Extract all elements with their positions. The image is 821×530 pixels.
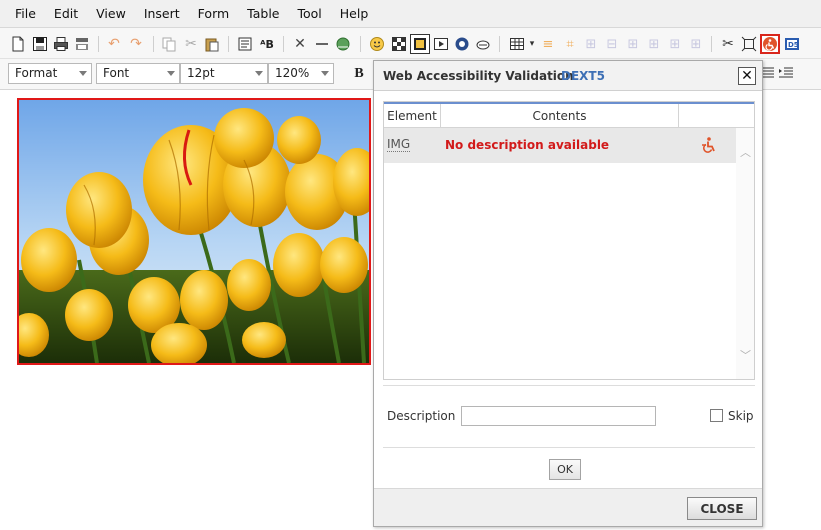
dext5-icon[interactable]: D5 bbox=[782, 34, 802, 54]
table-props-icon[interactable]: ≡ bbox=[538, 34, 558, 54]
accessibility-dialog: Web Accessibility Validation DEXT5 ✕ Ele… bbox=[373, 60, 763, 527]
paste-icon[interactable] bbox=[202, 34, 222, 54]
chevron-down-icon bbox=[167, 71, 175, 76]
divider bbox=[383, 385, 755, 386]
flash-icon[interactable] bbox=[452, 34, 472, 54]
font-select-value: Font bbox=[103, 66, 130, 80]
row-element: IMG bbox=[387, 137, 411, 152]
dialog-footer: CLOSE bbox=[374, 488, 762, 526]
grid-header: Element Contents bbox=[384, 102, 754, 128]
cell-props-icon[interactable]: ⌗ bbox=[560, 34, 580, 54]
font-size-value: 12pt bbox=[187, 66, 215, 80]
zoom-value: 120% bbox=[275, 66, 310, 80]
accessibility-icon[interactable] bbox=[760, 34, 780, 54]
row-contents: No description available bbox=[445, 138, 610, 152]
special-char-icon[interactable]: ✕ bbox=[290, 34, 310, 54]
menu-insert[interactable]: Insert bbox=[135, 0, 189, 28]
menu-view[interactable]: View bbox=[87, 0, 135, 28]
save-icon[interactable] bbox=[30, 34, 50, 54]
tools-icon[interactable]: ✂ bbox=[718, 34, 738, 54]
insert-row-icon[interactable]: ⊞ bbox=[623, 34, 643, 54]
zoom-select[interactable]: 120% bbox=[268, 63, 334, 84]
delete-col-icon[interactable]: ⊞ bbox=[686, 34, 706, 54]
copy-icon[interactable] bbox=[159, 34, 179, 54]
close-button[interactable]: CLOSE bbox=[687, 497, 757, 520]
main-toolbar: ↶ ↷ ✂ ᴬB ✕ ▾ ≡ ⌗ ⊞ ⊟ ⊞ ⊞ ⊞ ⊞ ✂ D5 bbox=[0, 28, 821, 59]
ok-button[interactable]: OK bbox=[549, 459, 581, 480]
horizontal-line-icon[interactable] bbox=[312, 34, 332, 54]
menu-edit[interactable]: Edit bbox=[45, 0, 87, 28]
bold-button[interactable]: B bbox=[350, 64, 368, 84]
chevron-down-icon bbox=[255, 71, 263, 76]
description-label: Description bbox=[387, 409, 456, 423]
merge-cells-icon[interactable]: ⊞ bbox=[581, 34, 601, 54]
media-icon[interactable] bbox=[431, 34, 451, 54]
dialog-close-button[interactable]: ✕ bbox=[738, 67, 756, 85]
spell-check-icon[interactable]: ᴬB bbox=[257, 34, 277, 54]
split-cells-icon[interactable]: ⊟ bbox=[602, 34, 622, 54]
background-icon[interactable] bbox=[389, 34, 409, 54]
print-icon[interactable] bbox=[51, 34, 71, 54]
table-row[interactable]: IMG No description available bbox=[384, 128, 736, 163]
column-header-element: Element bbox=[387, 109, 437, 123]
new-document-icon[interactable] bbox=[8, 34, 28, 54]
paste-text-icon[interactable] bbox=[235, 34, 255, 54]
print-preview-icon[interactable] bbox=[72, 34, 92, 54]
align-justify-icon[interactable] bbox=[762, 65, 778, 81]
skip-label: Skip bbox=[728, 409, 754, 423]
accessibility-warning-icon[interactable] bbox=[699, 136, 717, 154]
menu-help[interactable]: Help bbox=[331, 0, 378, 28]
bookmark-icon[interactable] bbox=[473, 34, 493, 54]
dialog-brand: DEXT5 bbox=[561, 69, 605, 83]
dialog-header[interactable]: Web Accessibility Validation DEXT5 ✕ bbox=[374, 61, 762, 91]
redo-icon[interactable]: ↷ bbox=[126, 34, 146, 54]
link-icon[interactable] bbox=[333, 34, 353, 54]
description-input[interactable] bbox=[461, 406, 656, 426]
format-select[interactable]: Format bbox=[8, 63, 92, 84]
validation-grid: Element Contents IMG No description avai… bbox=[383, 101, 755, 380]
dialog-title: Web Accessibility Validation bbox=[383, 69, 574, 83]
grid-scrollbar[interactable]: ︿ ﹀ bbox=[736, 128, 754, 379]
chevron-down-icon bbox=[321, 71, 329, 76]
fullscreen-icon[interactable] bbox=[739, 34, 759, 54]
menu-table[interactable]: Table bbox=[238, 0, 288, 28]
column-header-contents: Contents bbox=[532, 109, 587, 123]
font-select[interactable]: Font bbox=[96, 63, 180, 84]
skip-checkbox[interactable] bbox=[710, 409, 723, 422]
format-select-value: Format bbox=[15, 66, 58, 80]
font-size-select[interactable]: 12pt bbox=[180, 63, 268, 84]
insert-col-icon[interactable]: ⊞ bbox=[644, 34, 664, 54]
svg-text:D5: D5 bbox=[788, 41, 799, 49]
cut-icon[interactable]: ✂ bbox=[181, 34, 201, 54]
menu-tool[interactable]: Tool bbox=[289, 0, 331, 28]
chevron-down-icon bbox=[79, 71, 87, 76]
close-icon: ✕ bbox=[741, 68, 753, 84]
divider bbox=[383, 447, 755, 448]
scroll-up-icon[interactable]: ︿ bbox=[740, 144, 751, 160]
undo-icon[interactable]: ↶ bbox=[104, 34, 124, 54]
menu-file[interactable]: File bbox=[6, 0, 45, 28]
emoticon-icon[interactable] bbox=[367, 34, 387, 54]
scroll-down-icon[interactable]: ﹀ bbox=[740, 347, 751, 363]
menu-form[interactable]: Form bbox=[189, 0, 239, 28]
image-icon[interactable] bbox=[410, 34, 430, 54]
menu-bar: File Edit View Insert Form Table Tool He… bbox=[0, 0, 821, 28]
tulip-image[interactable] bbox=[17, 98, 371, 365]
delete-row-icon[interactable]: ⊞ bbox=[665, 34, 685, 54]
outdent-icon[interactable] bbox=[779, 65, 795, 81]
